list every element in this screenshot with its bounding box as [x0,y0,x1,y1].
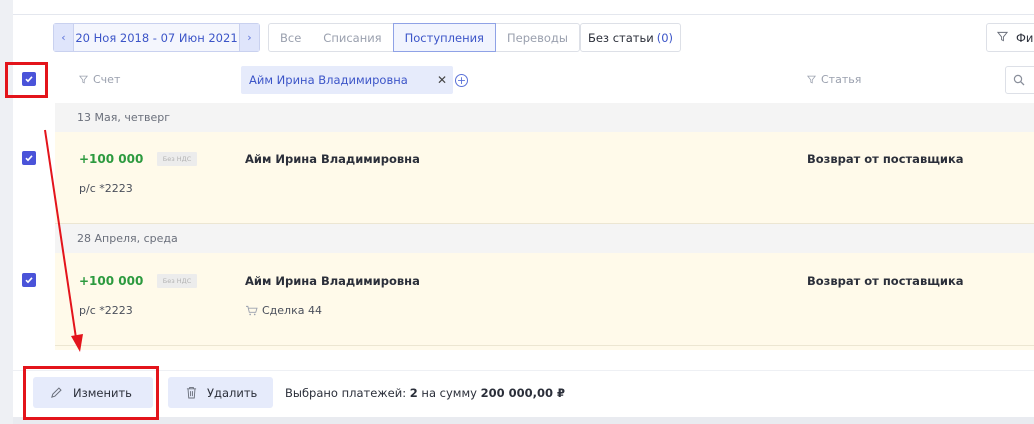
filter-button[interactable]: Фи [986,23,1034,52]
tab-transfers[interactable]: Переводы [496,24,579,51]
counterparty-name[interactable]: Айм Ирина Владимировна [245,152,420,166]
operation-type-tabs: Все Списания Поступления Переводы [268,23,580,52]
counterparty-name[interactable]: Айм Ирина Владимировна [245,274,420,288]
search-icon [1013,74,1025,86]
pencil-icon [51,387,62,398]
top-divider [13,14,1034,15]
article-name[interactable]: Возврат от поставщика [807,152,964,166]
vat-badge: Без НДС [157,274,197,288]
date-group-header: 28 Апреля, среда [55,224,1034,253]
summary-middle: на сумму [421,386,477,400]
filter-label: Фи [1016,30,1034,45]
row-checkbox[interactable] [22,273,36,287]
select-all-checkbox[interactable] [22,72,36,86]
funnel-icon [79,75,88,84]
summary-total: 200 000,00 ₽ [480,386,565,400]
filter-icon [996,31,1009,45]
payment-amount: +100 000 [79,274,144,288]
column-account[interactable]: Счет [79,73,120,86]
table-header [13,62,1034,103]
tab-income[interactable]: Поступления [392,23,496,52]
date-range-picker[interactable]: ‹ 20 Ноя 2018 - 07 Июн 2021 › [53,23,260,52]
column-article-label: Статья [821,73,862,86]
chevron-right-icon[interactable]: › [239,24,259,51]
counterparty-filter-label: Айм Ирина Владимировна [249,73,408,87]
article-name[interactable]: Возврат от поставщика [807,274,964,288]
deal-label: Сделка 44 [262,304,322,317]
vat-badge: Без НДС [157,152,197,166]
tab-all[interactable]: Все [269,24,312,51]
row-divider [55,345,1034,346]
bottom-shadow [13,417,1034,424]
cart-icon [246,305,258,316]
deal-link[interactable]: Сделка 44 [245,304,322,317]
account-number: р/с *2223 [79,304,133,317]
left-frame [0,0,13,424]
account-number: р/с *2223 [79,182,133,195]
close-icon[interactable]: ✕ [437,73,447,87]
delete-button-label: Удалить [207,385,258,400]
payment-amount: +100 000 [79,152,144,166]
summary-count: 2 [409,386,418,400]
column-article[interactable]: Статья [807,73,861,86]
chevron-left-icon[interactable]: ‹ [54,24,74,51]
row-checkbox[interactable] [22,151,36,165]
date-range-label: 20 Ноя 2018 - 07 Июн 2021 [75,30,238,45]
no-article-count: (0) [656,30,674,45]
add-filter-icon[interactable]: + [455,74,468,87]
trash-icon [186,387,197,399]
delete-button[interactable]: Удалить [168,377,273,408]
edit-button[interactable]: Изменить [33,377,153,408]
tab-expenses[interactable]: Списания [312,24,392,51]
payments-screen: ‹ 20 Ноя 2018 - 07 Июн 2021 › Все Списан… [0,0,1034,424]
date-group-header: 13 Мая, четверг [55,103,1034,132]
counterparty-filter-chip[interactable]: Айм Ирина Владимировна ✕ [241,66,453,94]
column-account-label: Счет [93,73,121,86]
summary-prefix: Выбрано платежей: [285,386,407,400]
selection-summary: Выбрано платежей: 2 на сумму 200 000,00 … [285,386,565,400]
no-article-button[interactable]: Без статьи (0) [580,23,681,52]
search-input[interactable] [1005,66,1034,94]
no-article-label: Без статьи [587,30,654,45]
edit-button-label: Изменить [73,385,132,400]
funnel-icon [807,75,816,84]
